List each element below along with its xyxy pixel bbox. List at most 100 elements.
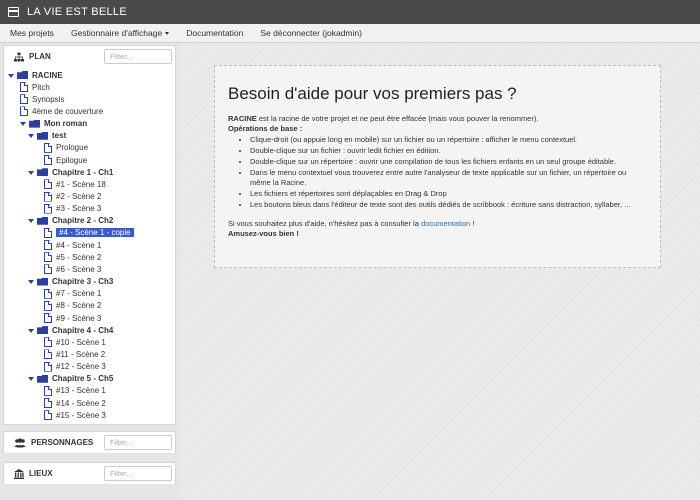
file-icon — [44, 398, 52, 409]
documentation-link[interactable]: documentation — [421, 219, 470, 228]
file-icon — [44, 288, 52, 299]
users-icon — [14, 437, 26, 447]
tree-file[interactable]: #2 - Scène 2 — [44, 191, 101, 203]
help-bullet: Dans le menu contextuel vous trouverez e… — [250, 168, 647, 188]
tree-file[interactable]: 4ème de couverture — [20, 105, 103, 117]
characters-panel: PERSONNAGES — [3, 431, 176, 454]
help-bullet: Double-clique sur un répertoire : ouvrir… — [250, 157, 647, 167]
tree-node-label: #10 - Scène 1 — [56, 337, 106, 347]
caret-down-icon[interactable] — [20, 119, 27, 128]
tree-node-label: #5 - Scène 2 — [56, 252, 102, 262]
window-icon — [8, 7, 19, 17]
file-icon — [20, 82, 28, 93]
tree-node-label: #7 - Scène 1 — [56, 289, 102, 299]
menu-logout[interactable]: Se déconnecter (jokadmin) — [260, 28, 362, 38]
folder-open-icon — [29, 119, 40, 128]
help-intro-text: est la racine de votre projet et ne peut… — [256, 114, 539, 123]
tree-node-label: #14 - Scène 2 — [56, 398, 106, 408]
sitemap-icon — [14, 52, 24, 61]
help-bullet: Les fichiers et répertoires sont déplaça… — [250, 189, 647, 199]
help-footer-end: ! — [470, 219, 475, 228]
tree-node-label: #4 - Scène 1 - copie — [56, 228, 134, 238]
tree-file[interactable]: #6 - Scène 3 — [44, 263, 101, 275]
tree-folder[interactable]: Chapitre 1 - Ch1 — [28, 166, 113, 178]
characters-filter-input[interactable] — [104, 435, 172, 450]
tree-file[interactable]: #9 - Scène 3 — [44, 312, 101, 324]
menu-display-manager[interactable]: Gestionnaire d'affichage — [71, 28, 170, 38]
tree-file[interactable]: #5 - Scène 2 — [44, 251, 101, 263]
caret-down-icon[interactable] — [28, 374, 35, 383]
tree-file[interactable]: #12 - Scène 3 — [44, 361, 106, 373]
file-icon — [44, 313, 52, 323]
tree-node-label: #6 - Scène 3 — [56, 264, 102, 274]
tree-file[interactable]: #4 - Scène 1 — [44, 239, 101, 251]
tree-file[interactable]: #8 - Scène 2 — [44, 300, 101, 312]
characters-panel-header[interactable]: PERSONNAGES — [4, 432, 175, 454]
tree-file[interactable]: #7 - Scène 1 — [44, 288, 101, 300]
tree-folder[interactable]: RACINE — [8, 69, 63, 81]
tree-file[interactable]: Epilogue — [44, 154, 87, 166]
plan-tree: RACINE Pitch Synopsis 4ème de couverture Mon… — [3, 66, 176, 425]
help-title: Besoin d'aide pour vos premiers pas ? — [228, 84, 517, 103]
plan-filter-input[interactable] — [104, 49, 172, 64]
tree-folder[interactable]: test — [28, 130, 66, 142]
folder-open-icon — [37, 277, 48, 286]
caret-down-icon[interactable] — [8, 71, 15, 80]
places-panel-header[interactable]: LIEUX — [4, 463, 175, 485]
tree-file[interactable]: #14 - Scène 2 — [44, 397, 106, 409]
tree-folder[interactable]: Mon roman — [20, 118, 87, 130]
help-ops-title: Opérations de base : — [228, 124, 647, 134]
tree-file[interactable]: #4 - Scène 1 - copie — [44, 227, 134, 239]
caret-down-icon[interactable] — [28, 216, 35, 225]
menu-documentation[interactable]: Documentation — [186, 28, 243, 38]
file-icon — [44, 155, 52, 166]
main-content: Besoin d'aide pour vos premiers pas ? RA… — [180, 43, 700, 500]
tree-file[interactable]: #15 - Scène 3 — [44, 409, 106, 421]
tree-folder[interactable]: Chapitre 5 - Ch5 — [28, 373, 113, 385]
tree-file[interactable]: Prologue — [44, 142, 88, 154]
tree-folder[interactable]: Chapitre 4 - Ch4 — [28, 324, 113, 336]
file-icon — [44, 410, 52, 421]
tree-file[interactable]: #13 - Scène 1 — [44, 385, 106, 397]
plan-panel-title: PLAN — [29, 52, 51, 61]
help-intro-root: RACINE — [228, 114, 257, 123]
help-bullets: Clique-droit (ou appuie long en mobile) … — [250, 135, 647, 210]
folder-open-icon — [37, 216, 48, 225]
tree-file[interactable]: #11 - Scène 2 — [44, 348, 105, 360]
caret-down-icon[interactable] — [28, 326, 35, 335]
file-icon — [44, 252, 52, 263]
caret-down-icon[interactable] — [28, 168, 35, 177]
file-icon — [20, 106, 28, 117]
caret-down-icon[interactable] — [28, 277, 35, 286]
tree-file[interactable]: Synopsis — [20, 93, 64, 105]
menu-bar: Mes projets Gestionnaire d'affichage Doc… — [0, 24, 700, 43]
help-bullet: Clique-droit (ou appuie long en mobile) … — [250, 135, 647, 145]
file-icon — [44, 349, 52, 360]
menu-projects[interactable]: Mes projets — [10, 28, 54, 38]
app-titlebar: LA VIE EST BELLE — [0, 0, 700, 24]
folder-open-icon — [37, 374, 48, 383]
tree-node-label: Prologue — [56, 143, 89, 153]
help-box: Besoin d'aide pour vos premiers pas ? RA… — [214, 65, 661, 268]
tree-file[interactable]: #3 - Scène 3 — [44, 203, 101, 215]
tree-file[interactable]: #1 - Scène 18 — [44, 178, 106, 190]
places-filter-input[interactable] — [104, 466, 172, 481]
caret-down-icon[interactable] — [28, 131, 35, 140]
tree-node-label: RACINE — [32, 70, 63, 80]
tree-folder[interactable]: Chapitre 3 - Ch3 — [28, 276, 113, 288]
help-closing-text: Amusez-vous bien ! — [228, 229, 299, 238]
folder-open-icon — [37, 326, 48, 335]
tree-file[interactable]: #10 - Scène 1 — [44, 336, 106, 348]
places-panel: LIEUX — [3, 462, 176, 485]
folder-open-icon — [17, 71, 28, 79]
help-closing: Amusez-vous bien ! — [228, 229, 647, 239]
file-icon — [44, 227, 52, 238]
tree-file[interactable]: Pitch — [20, 81, 50, 93]
file-icon — [44, 203, 52, 214]
plan-panel-header: PLAN — [4, 46, 175, 68]
tree-node-label: #4 - Scène 1 — [56, 240, 102, 250]
tree-folder[interactable]: Chapitre 2 - Ch2 — [28, 215, 113, 227]
tree-node-label: #1 - Scène 18 — [56, 179, 106, 189]
tree-node-label: #11 - Scène 2 — [56, 349, 106, 359]
tree-node-label: #15 - Scène 3 — [56, 410, 106, 420]
